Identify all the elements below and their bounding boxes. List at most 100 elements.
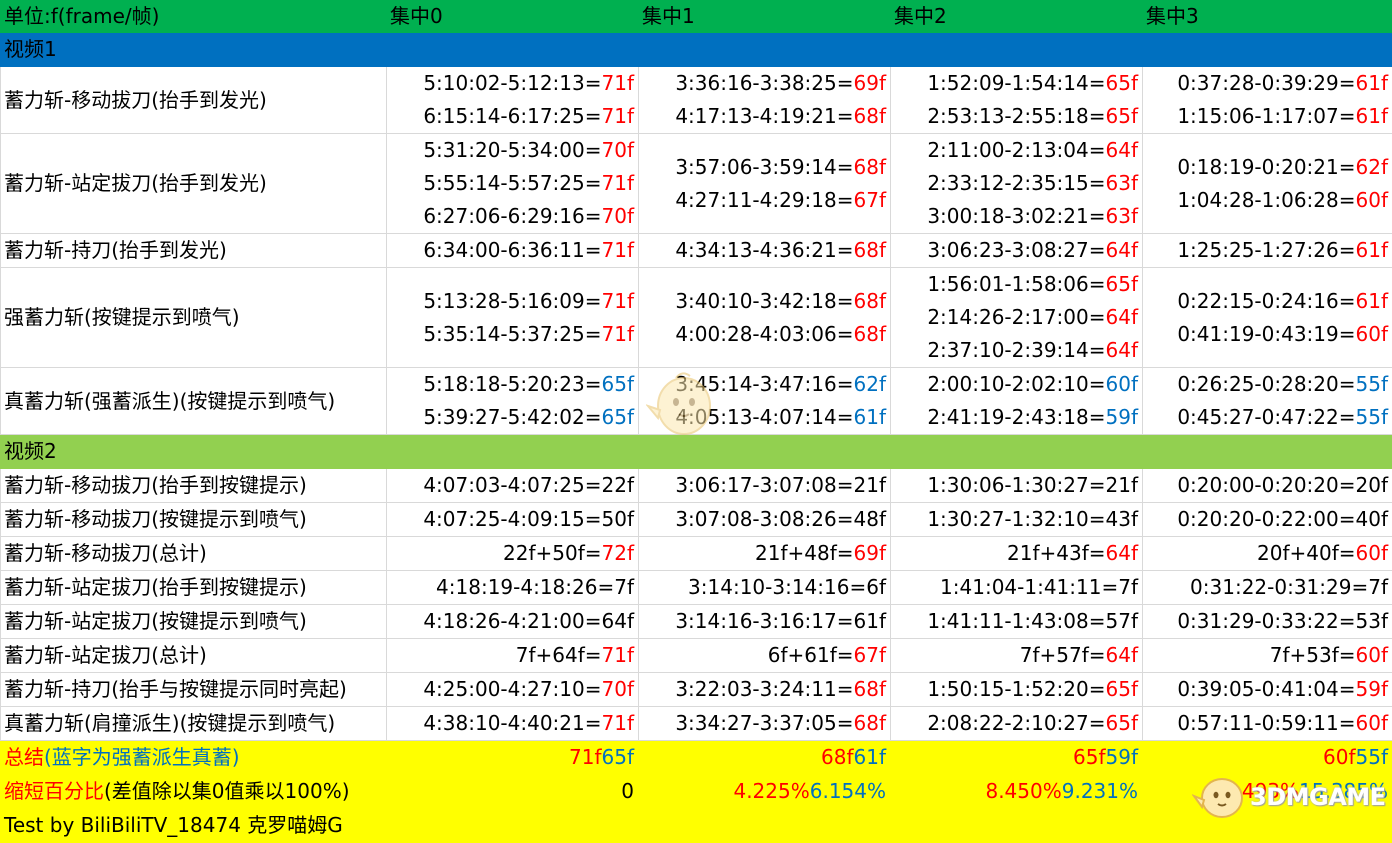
- time-range: 1:25:25-1:27:26=: [1177, 238, 1355, 262]
- row-label-cell[interactable]: 蓄力斩-站定拔刀(抬手到发光): [1, 134, 387, 234]
- data-cell[interactable]: 7f+53f=60f: [1143, 639, 1392, 673]
- data-cell[interactable]: 3:34:27-3:37:05=68f: [639, 707, 891, 741]
- data-cell[interactable]: 1:41:04-1:41:11=7f: [891, 571, 1143, 605]
- data-cell[interactable]: 1:25:25-1:27:26=61f: [1143, 234, 1392, 268]
- row-label-cell[interactable]: 蓄力斩-持刀(抬手到发光): [1, 234, 387, 268]
- table-row: 蓄力斩-移动拔刀(按键提示到喷气)4:07:25-4:09:15=50f3:07…: [1, 503, 1392, 537]
- data-cell[interactable]: 0:57:11-0:59:11=60f: [1143, 707, 1392, 741]
- data-cell[interactable]: 2:11:00-2:13:04=64f2:33:12-2:35:15=63f3:…: [891, 134, 1143, 234]
- time-range: 0:39:05-0:41:04=: [1177, 677, 1355, 701]
- section2-title-cell[interactable]: 视频2: [1, 435, 1392, 469]
- percentage-cell[interactable]: 4.225%6.154%: [639, 775, 891, 809]
- total-cell[interactable]: 68f61f: [639, 741, 891, 775]
- percentage-cell[interactable]: 15.493%15.385%: [1143, 775, 1392, 809]
- frame-count: 71f: [602, 238, 635, 262]
- data-cell[interactable]: 0:20:20-0:22:00=40f: [1143, 503, 1392, 537]
- total-label: 总结: [4, 745, 44, 769]
- data-cell[interactable]: 0:37:28-0:39:29=61f1:15:06-1:17:07=61f: [1143, 67, 1392, 134]
- data-cell[interactable]: 2:00:10-2:02:10=60f2:41:19-2:43:18=59f: [891, 368, 1143, 435]
- section1-title-cell[interactable]: 视频1: [1, 33, 1392, 67]
- data-cell[interactable]: 5:18:18-5:20:23=65f5:39:27-5:42:02=65f: [387, 368, 639, 435]
- data-cell[interactable]: 2:08:22-2:10:27=65f: [891, 707, 1143, 741]
- data-cell[interactable]: 4:38:10-4:40:21=71f: [387, 707, 639, 741]
- percentage-cell[interactable]: 8.450%9.231%: [891, 775, 1143, 809]
- data-cell[interactable]: 3:06:23-3:08:27=64f: [891, 234, 1143, 268]
- data-cell[interactable]: 7f+64f=71f: [387, 639, 639, 673]
- data-cell[interactable]: 5:10:02-5:12:13=71f6:15:14-6:17:25=71f: [387, 67, 639, 134]
- data-cell[interactable]: 4:25:00-4:27:10=70f: [387, 673, 639, 707]
- data-cell[interactable]: 21f+43f=64f: [891, 537, 1143, 571]
- total-cell[interactable]: 60f55f: [1143, 741, 1392, 775]
- unit-label-cell[interactable]: 单位:f(frame/帧): [1, 1, 387, 33]
- data-cell[interactable]: 3:45:14-3:47:16=62f4:05:13-4:07:14=61f: [639, 368, 891, 435]
- credit-cell[interactable]: Test by BiliBiliTV_18474 克罗喵姆G: [1, 809, 1392, 843]
- time-range: 0:22:15-0:24:16=: [1177, 289, 1355, 313]
- header-cell-col3[interactable]: 集中3: [1143, 1, 1392, 33]
- frame-entry: 5:13:28-5:16:09=71f: [390, 285, 634, 318]
- row-label-cell[interactable]: 真蓄力斩(肩撞派生)(按键提示到喷气): [1, 707, 387, 741]
- row-label-cell[interactable]: 蓄力斩-站定拔刀(抬手到按键提示): [1, 571, 387, 605]
- row-label-cell[interactable]: 真蓄力斩(强蓄派生)(按键提示到喷气): [1, 368, 387, 435]
- data-cell[interactable]: 0:31:22-0:31:29=7f: [1143, 571, 1392, 605]
- data-cell[interactable]: 6f+61f=67f: [639, 639, 891, 673]
- data-cell[interactable]: 21f+48f=69f: [639, 537, 891, 571]
- data-cell[interactable]: 4:34:13-4:36:21=68f: [639, 234, 891, 268]
- data-cell[interactable]: 1:30:06-1:30:27=21f: [891, 469, 1143, 503]
- data-cell[interactable]: 0:20:00-0:20:20=20f: [1143, 469, 1392, 503]
- row-label-cell[interactable]: 蓄力斩-移动拔刀(抬手到按键提示): [1, 469, 387, 503]
- total-red-value: 71f: [569, 745, 602, 769]
- data-cell[interactable]: 4:18:19-4:18:26=7f: [387, 571, 639, 605]
- percentage-label-cell[interactable]: 缩短百分比(差值除以集0值乘以100%): [1, 775, 387, 809]
- total-cell[interactable]: 65f59f: [891, 741, 1143, 775]
- data-cell[interactable]: 3:36:16-3:38:25=69f4:17:13-4:19:21=68f: [639, 67, 891, 134]
- row-label-cell[interactable]: 蓄力斩-移动拔刀(抬手到发光): [1, 67, 387, 134]
- header-cell-col2[interactable]: 集中2: [891, 1, 1143, 33]
- data-cell[interactable]: 4:07:03-4:07:25=22f: [387, 469, 639, 503]
- time-range: 7f+53f=: [1270, 643, 1356, 667]
- data-cell[interactable]: 6:34:00-6:36:11=71f: [387, 234, 639, 268]
- data-cell[interactable]: 3:40:10-3:42:18=68f4:00:28-4:03:06=68f: [639, 268, 891, 368]
- data-cell[interactable]: 0:18:19-0:20:21=62f1:04:28-1:06:28=60f: [1143, 134, 1392, 234]
- data-cell[interactable]: 0:26:25-0:28:20=55f0:45:27-0:47:22=55f: [1143, 368, 1392, 435]
- header-cell-col1[interactable]: 集中1: [639, 1, 891, 33]
- row-label-cell[interactable]: 蓄力斩-站定拔刀(按键提示到喷气): [1, 605, 387, 639]
- row-label-cell[interactable]: 蓄力斩-移动拔刀(总计): [1, 537, 387, 571]
- data-cell[interactable]: 3:57:06-3:59:14=68f4:27:11-4:29:18=67f: [639, 134, 891, 234]
- row-label-cell[interactable]: 蓄力斩-持刀(抬手与按键提示同时亮起): [1, 673, 387, 707]
- frame-entry: 0:20:00-0:20:20=20f: [1177, 473, 1388, 497]
- data-cell[interactable]: 1:52:09-1:54:14=65f2:53:13-2:55:18=65f: [891, 67, 1143, 134]
- data-cell[interactable]: 3:14:16-3:16:17=61f: [639, 605, 891, 639]
- total-cell[interactable]: 71f65f: [387, 741, 639, 775]
- data-cell[interactable]: 3:07:08-3:08:26=48f: [639, 503, 891, 537]
- total-label-cell[interactable]: 总结(蓝字为强蓄派生真蓄): [1, 741, 387, 775]
- data-cell[interactable]: 5:31:20-5:34:00=70f5:55:14-5:57:25=71f6:…: [387, 134, 639, 234]
- data-cell[interactable]: 5:13:28-5:16:09=71f5:35:14-5:37:25=71f: [387, 268, 639, 368]
- header-cell-col0[interactable]: 集中0: [387, 1, 639, 33]
- time-range: 0:41:19-0:43:19=: [1177, 322, 1355, 346]
- frame-count: 59f: [1356, 677, 1389, 701]
- data-cell[interactable]: 4:18:26-4:21:00=64f: [387, 605, 639, 639]
- data-cell[interactable]: 3:06:17-3:07:08=21f: [639, 469, 891, 503]
- percentage-cell[interactable]: 0: [387, 775, 639, 809]
- data-cell[interactable]: 4:07:25-4:09:15=50f: [387, 503, 639, 537]
- data-cell[interactable]: 7f+57f=64f: [891, 639, 1143, 673]
- data-cell[interactable]: 1:56:01-1:58:06=65f2:14:26-2:17:00=64f2:…: [891, 268, 1143, 368]
- frame-count: 55f: [1356, 405, 1389, 429]
- time-range: 5:13:28-5:16:09=: [423, 289, 601, 313]
- data-cell[interactable]: 22f+50f=72f: [387, 537, 639, 571]
- data-cell[interactable]: 0:31:29-0:33:22=53f: [1143, 605, 1392, 639]
- data-cell[interactable]: 0:39:05-0:41:04=59f: [1143, 673, 1392, 707]
- row-label-cell[interactable]: 蓄力斩-站定拔刀(总计): [1, 639, 387, 673]
- data-cell[interactable]: 20f+40f=60f: [1143, 537, 1392, 571]
- data-cell[interactable]: 1:41:11-1:43:08=57f: [891, 605, 1143, 639]
- time-range: 21f+43f=: [1007, 541, 1106, 565]
- row-label-cell[interactable]: 强蓄力斩(按键提示到喷气): [1, 268, 387, 368]
- data-cell[interactable]: 0:22:15-0:24:16=61f0:41:19-0:43:19=60f: [1143, 268, 1392, 368]
- data-cell[interactable]: 1:30:27-1:32:10=43f: [891, 503, 1143, 537]
- data-cell[interactable]: 1:50:15-1:52:20=65f: [891, 673, 1143, 707]
- time-range: 7f+57f=: [1020, 643, 1106, 667]
- table-row: 蓄力斩-站定拔刀(按键提示到喷气)4:18:26-4:21:00=64f3:14…: [1, 605, 1392, 639]
- data-cell[interactable]: 3:22:03-3:24:11=68f: [639, 673, 891, 707]
- data-cell[interactable]: 3:14:10-3:14:16=6f: [639, 571, 891, 605]
- row-label-cell[interactable]: 蓄力斩-移动拔刀(按键提示到喷气): [1, 503, 387, 537]
